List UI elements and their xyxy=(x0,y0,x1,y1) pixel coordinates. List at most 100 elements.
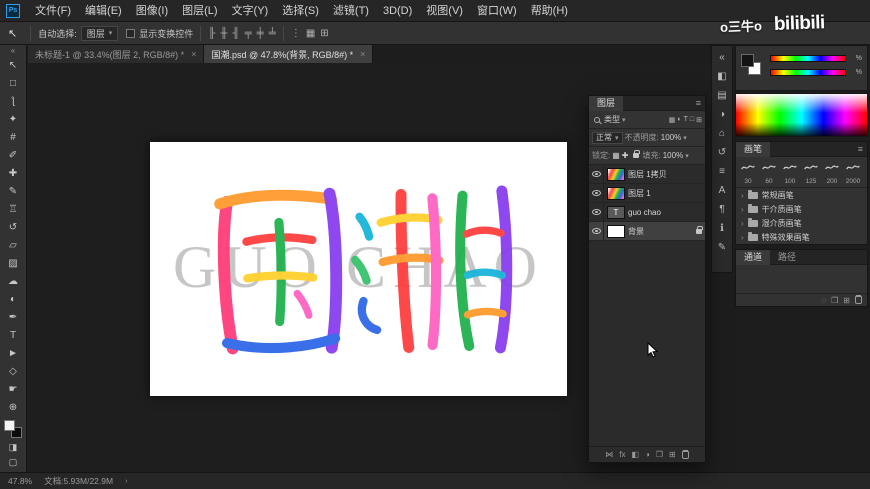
arrange-icon[interactable]: ⊞ xyxy=(320,28,328,39)
close-icon[interactable]: × xyxy=(191,49,196,59)
paragraph-panel-icon[interactable]: ¶ xyxy=(712,200,732,219)
visibility-toggle[interactable] xyxy=(589,184,604,203)
lasso-tool-icon[interactable]: ƪ xyxy=(2,92,24,110)
layer-thumbnail[interactable] xyxy=(607,168,625,181)
hue-slider[interactable] xyxy=(770,55,846,62)
menu-view[interactable]: 视图(V) xyxy=(419,0,470,22)
menu-select[interactable]: 选择(S) xyxy=(275,0,326,22)
filter-smart-icon[interactable]: ⊞ xyxy=(696,116,702,124)
panel-menu-icon[interactable]: ≡ xyxy=(696,98,705,108)
menu-window[interactable]: 窗口(W) xyxy=(470,0,524,22)
brush-preset[interactable]: 200 xyxy=(822,160,842,185)
brush-folder-wet-media[interactable]: › 湿介质画笔 xyxy=(736,216,867,230)
menu-type[interactable]: 文字(Y) xyxy=(225,0,276,22)
menu-help[interactable]: 帮助(H) xyxy=(524,0,575,22)
3d-mode-icon[interactable]: ▦ xyxy=(306,28,315,39)
opacity-value[interactable]: 100% xyxy=(661,133,681,142)
layer-name[interactable]: 图层 1拷贝 xyxy=(628,169,667,180)
layer-name[interactable]: 背景 xyxy=(628,226,644,237)
align-left-icon[interactable]: ╟ xyxy=(208,28,215,39)
menu-image[interactable]: 图像(I) xyxy=(129,0,175,22)
saturation-slider[interactable] xyxy=(770,69,846,76)
foreground-background-colors[interactable] xyxy=(3,420,23,440)
delete-layer-icon[interactable] xyxy=(682,451,689,459)
align-bottom-icon[interactable]: ╧ xyxy=(269,28,276,39)
brush-preset[interactable]: 125 xyxy=(801,160,821,185)
filter-adjustment-icon[interactable]: ◐ xyxy=(677,116,681,124)
filter-type-label[interactable]: 类型 xyxy=(604,114,620,125)
status-menu-arrow-icon[interactable]: › xyxy=(125,478,127,485)
color-panel-icon[interactable]: ◧ xyxy=(712,67,732,86)
shape-tool-icon[interactable]: ◇ xyxy=(2,362,24,380)
background-layer-thumbnail[interactable] xyxy=(607,225,625,238)
layer-name[interactable]: guo chao xyxy=(628,208,661,217)
lock-all-icon[interactable] xyxy=(633,153,639,158)
blur-tool-icon[interactable]: ☁ xyxy=(2,272,24,290)
visibility-toggle[interactable] xyxy=(589,222,604,241)
menu-edit[interactable]: 编辑(E) xyxy=(78,0,129,22)
screen-mode-icon[interactable]: ▢ xyxy=(2,455,24,470)
quick-selection-tool-icon[interactable]: ✦ xyxy=(2,110,24,128)
menu-filter[interactable]: 滤镜(T) xyxy=(326,0,376,22)
libraries-panel-icon[interactable]: ⌂ xyxy=(712,124,732,143)
info-panel-icon[interactable]: ℹ xyxy=(712,219,732,238)
new-group-icon[interactable]: ❒ xyxy=(656,450,663,459)
document-tab-untitled[interactable]: 未标题-1 @ 33.4%(图层 2, RGB/8#) * × xyxy=(28,45,204,63)
text-layer-thumbnail[interactable]: T xyxy=(607,206,625,219)
move-tool-icon[interactable]: ↖ xyxy=(2,56,24,74)
foreground-color-swatch[interactable] xyxy=(4,420,15,431)
history-brush-tool-icon[interactable]: ↺ xyxy=(2,218,24,236)
filter-pixel-icon[interactable]: ▦ xyxy=(669,116,676,124)
blend-mode-dropdown[interactable]: 正常 ▾ xyxy=(592,132,623,144)
close-icon[interactable]: × xyxy=(360,49,365,59)
align-right-icon[interactable]: ╢ xyxy=(232,28,239,39)
quick-mask-icon[interactable]: ◨ xyxy=(2,440,24,455)
brush-preset[interactable]: 2000 xyxy=(843,160,863,185)
tab-brushes[interactable]: 画笔 xyxy=(736,142,770,157)
load-selection-icon[interactable]: ◌ xyxy=(821,296,826,305)
hand-tool-icon[interactable]: ☛ xyxy=(2,380,24,398)
lock-transparent-icon[interactable]: ▦ xyxy=(612,151,620,160)
tab-layers[interactable]: 图层 xyxy=(589,96,623,111)
visibility-toggle[interactable] xyxy=(589,203,604,222)
align-center-h-icon[interactable]: ╫ xyxy=(220,28,227,39)
collapse-panels-icon[interactable]: « xyxy=(712,48,732,67)
dodge-tool-icon[interactable]: ◐ xyxy=(2,290,24,308)
lock-position-icon[interactable]: ✚ xyxy=(622,151,629,160)
brush-preset[interactable]: 30 xyxy=(738,160,758,185)
link-layers-icon[interactable]: ⋈ xyxy=(605,450,613,459)
menu-file[interactable]: 文件(F) xyxy=(28,0,78,22)
brush-tool-icon[interactable]: ✎ xyxy=(2,182,24,200)
layer-row-copy[interactable]: 图层 1拷贝 xyxy=(589,165,705,184)
brush-preset[interactable]: 60 xyxy=(759,160,779,185)
adjustments-panel-icon[interactable]: ◑ xyxy=(712,105,732,124)
layer-row-text[interactable]: T guo chao xyxy=(589,203,705,222)
filter-type-icon[interactable]: T xyxy=(684,116,688,124)
type-tool-icon[interactable]: T xyxy=(2,326,24,344)
distribute-icon[interactable]: ⋮ xyxy=(291,28,301,39)
save-selection-icon[interactable]: ❒ xyxy=(831,296,838,305)
brush-folder-dry-media[interactable]: › 干介质画笔 xyxy=(736,202,867,216)
auto-select-dropdown[interactable]: 图层 ▾ xyxy=(81,26,119,41)
crop-tool-icon[interactable]: # xyxy=(2,128,24,146)
layer-row-background[interactable]: 背景 xyxy=(589,222,705,241)
pen-tool-icon[interactable]: ✒ xyxy=(2,308,24,326)
properties-panel-icon[interactable]: ≡ xyxy=(712,162,732,181)
collapse-toolbar-icon[interactable]: « xyxy=(11,46,15,56)
panel-foreground-swatch[interactable] xyxy=(741,54,754,67)
visibility-toggle[interactable] xyxy=(589,165,604,184)
zoom-tool-icon[interactable]: ⊕ xyxy=(2,398,24,416)
document-tab-guochao[interactable]: 国潮.psd @ 47.8%(背景, RGB/8#) * × xyxy=(204,45,373,63)
document-canvas[interactable]: GUO CHAO xyxy=(150,142,567,396)
new-layer-icon[interactable]: ⊞ xyxy=(669,450,676,459)
layer-style-icon[interactable]: fx xyxy=(619,450,625,459)
add-mask-icon[interactable]: ◧ xyxy=(631,450,639,459)
eraser-tool-icon[interactable]: ▱ xyxy=(2,236,24,254)
layer-thumbnail[interactable] xyxy=(607,187,625,200)
align-center-v-icon[interactable]: ╪ xyxy=(257,28,264,39)
history-panel-icon[interactable]: ↺ xyxy=(712,143,732,162)
fill-value[interactable]: 100% xyxy=(663,151,683,160)
brush-settings-panel-icon[interactable]: ✎ xyxy=(712,238,732,257)
clone-stamp-tool-icon[interactable]: ♖ xyxy=(2,200,24,218)
gradient-tool-icon[interactable]: ▨ xyxy=(2,254,24,272)
